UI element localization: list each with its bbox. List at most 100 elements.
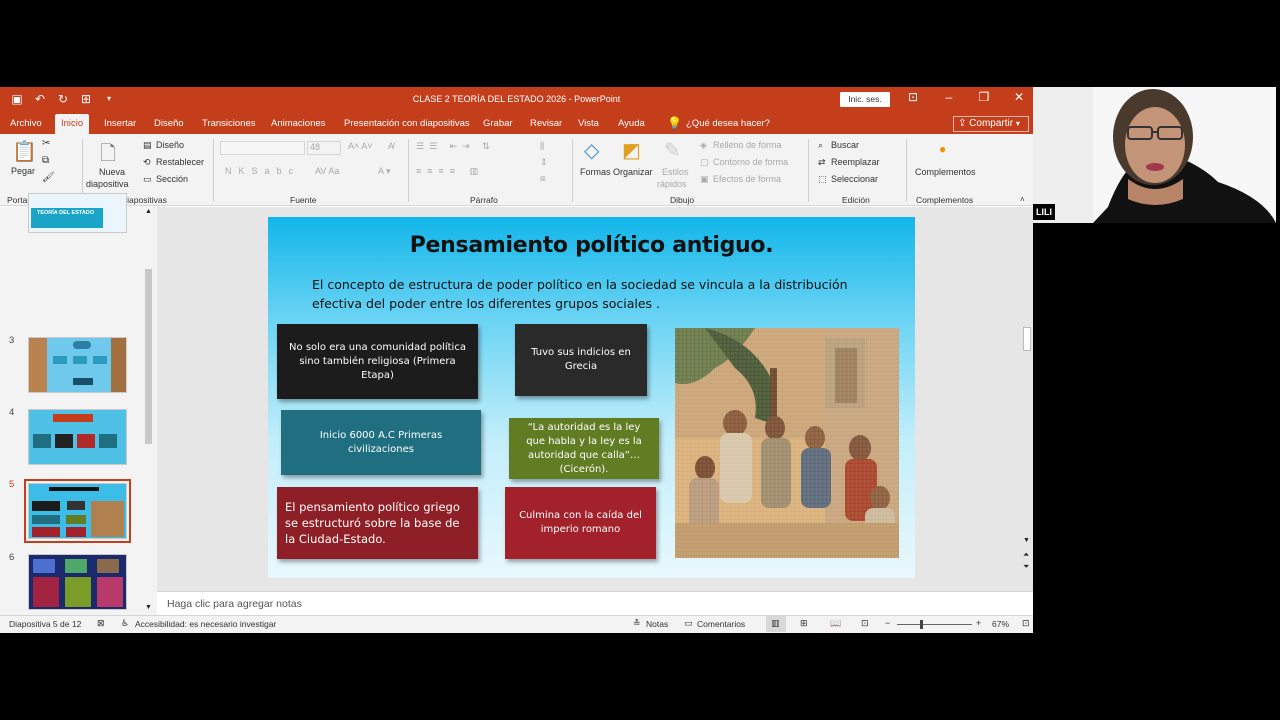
search-icon[interactable]: ⌕ xyxy=(818,140,823,151)
align-text-icon[interactable]: ⇕ xyxy=(540,157,548,168)
quick-styles-icon[interactable]: ✎ xyxy=(664,138,681,163)
slide-subtitle[interactable]: El concepto de estructura de poder polít… xyxy=(312,275,892,313)
paste-icon[interactable]: 📋 xyxy=(12,139,37,164)
zoom-slider[interactable] xyxy=(897,624,972,625)
addins-icon[interactable]: ● xyxy=(939,142,946,156)
tab-transiciones[interactable]: Transiciones xyxy=(202,118,256,129)
comments-icon[interactable]: ▭ xyxy=(684,618,693,629)
philosophers-mosaic-image[interactable] xyxy=(675,328,899,558)
reset-icon[interactable]: ⟲ xyxy=(143,157,151,168)
text-box-origin-6000bc[interactable]: Inicio 6000 A.C Primeras civilizaciones xyxy=(281,410,481,475)
slide-thumbnail-2[interactable]: TEORÍA DEL ESTADO xyxy=(28,193,127,233)
slide-thumbnail-5[interactable] xyxy=(24,479,131,543)
notes-button[interactable]: Notas xyxy=(646,619,668,629)
zoom-level[interactable]: 67% xyxy=(992,619,1009,629)
tab-vista[interactable]: Vista xyxy=(578,118,599,129)
accessibility-icon[interactable]: ♿ xyxy=(121,618,129,629)
replace-icon[interactable]: ⇄ xyxy=(818,157,826,168)
shapes-icon[interactable]: ◇ xyxy=(584,138,599,163)
addins-button[interactable]: Complementos xyxy=(915,167,976,177)
close-icon[interactable]: ✕ xyxy=(1006,90,1032,104)
font-style-buttons[interactable]: NKSabc xyxy=(225,166,300,176)
collapse-ribbon-icon[interactable]: ˄ xyxy=(1020,195,1025,204)
text-direction-icon[interactable]: ⫼ xyxy=(540,141,544,152)
tab-animaciones[interactable]: Animaciones xyxy=(271,118,325,129)
shape-fill-icon[interactable]: ◈ xyxy=(700,140,707,151)
cut-icon[interactable]: ✂ xyxy=(42,138,50,149)
new-slide-button-line2[interactable]: diapositiva xyxy=(86,179,129,189)
section-icon[interactable]: ▭ xyxy=(143,174,152,185)
tab-revisar[interactable]: Revisar xyxy=(530,118,562,129)
slide-thumbnail-4[interactable] xyxy=(28,409,127,465)
ribbon-display-options-icon[interactable]: ⊡ xyxy=(900,90,926,104)
layout-icon[interactable]: ▤ xyxy=(143,140,152,151)
smartart-icon[interactable]: ⧈ xyxy=(540,173,546,184)
scroll-down-icon[interactable]: ▼ xyxy=(1023,537,1030,544)
spell-check-icon[interactable]: ⊠ xyxy=(97,618,105,629)
shape-effects-icon[interactable]: ▣ xyxy=(700,174,709,185)
arrange-icon[interactable]: ◩ xyxy=(622,138,641,163)
slideshow-icon[interactable]: ⊡ xyxy=(861,618,869,629)
reading-view-icon[interactable]: 📖 xyxy=(830,618,841,629)
shapes-button[interactable]: Formas xyxy=(580,167,611,177)
tab-ayuda[interactable]: Ayuda xyxy=(618,118,645,129)
font-color-icon[interactable]: A ▾ xyxy=(378,166,391,177)
previous-slide-icon[interactable]: ⏶ xyxy=(1023,550,1029,560)
tell-me-search[interactable]: ¿Qué desea hacer? xyxy=(686,118,770,129)
text-box-greek-city-state[interactable]: El pensamiento político griego se estruc… xyxy=(277,487,478,559)
char-spacing-icon[interactable]: AV Aa xyxy=(315,166,339,176)
text-box-religious-community[interactable]: No solo era una comunidad política sino … xyxy=(277,324,478,399)
minimize-icon[interactable]: – xyxy=(936,90,962,104)
text-box-cicero-quote[interactable]: “La autoridad es la ley que habla y la l… xyxy=(509,418,659,479)
sign-in-button[interactable]: Inic. ses. xyxy=(840,92,890,107)
slide-sorter-icon[interactable]: ⊞ xyxy=(800,618,808,629)
zoom-in-icon[interactable]: + xyxy=(976,618,981,628)
zoom-out-icon[interactable]: − xyxy=(885,618,890,628)
shape-outline-icon[interactable]: ▢ xyxy=(700,157,709,168)
scrollbar-thumb[interactable] xyxy=(145,269,152,444)
list-buttons[interactable]: ☰☰ ⇤⇥ ⇅ xyxy=(416,141,495,152)
section-button[interactable]: Sección xyxy=(156,174,188,184)
slide-title[interactable]: Pensamiento político antiguo. xyxy=(268,233,915,258)
text-box-greece-origins[interactable]: Tuvo sus indicios en Grecia xyxy=(515,324,647,396)
comments-button[interactable]: Comentarios xyxy=(697,619,745,629)
current-slide[interactable]: Pensamiento político antiguo. El concept… xyxy=(268,217,915,578)
slide-thumbnail-3[interactable] xyxy=(28,337,127,393)
tab-presentacion[interactable]: Presentación con diapositivas xyxy=(344,118,470,129)
tab-insertar[interactable]: Insertar xyxy=(104,118,136,129)
paste-button[interactable]: Pegar xyxy=(11,166,35,176)
replace-button[interactable]: Reemplazar xyxy=(831,157,880,167)
tab-grabar[interactable]: Grabar xyxy=(483,118,513,129)
align-buttons[interactable]: ≡≡≡≡ ▥ xyxy=(416,166,484,177)
shape-fill-button[interactable]: Relleno de forma xyxy=(713,140,782,150)
tab-diseno[interactable]: Diseño xyxy=(154,118,184,129)
shape-outline-button[interactable]: Contorno de forma xyxy=(713,157,788,167)
font-name-box[interactable] xyxy=(220,141,305,155)
new-slide-button[interactable]: Nueva xyxy=(99,167,125,177)
share-button[interactable]: ⇪ Compartir ▾ xyxy=(953,116,1029,132)
scroll-up-icon[interactable]: ▲ xyxy=(145,208,152,215)
notes-placeholder[interactable]: Haga clic para agregar notas xyxy=(167,598,302,610)
next-slide-icon[interactable]: ⏷ xyxy=(1023,562,1029,572)
find-button[interactable]: Buscar xyxy=(831,140,859,150)
select-button[interactable]: Seleccionar xyxy=(831,174,878,184)
scrollbar-thumb[interactable] xyxy=(1023,327,1031,351)
scroll-down-icon[interactable]: ▼ xyxy=(145,604,152,611)
editor-scrollbar[interactable]: ▼ ⏶ ⏷ xyxy=(1021,207,1033,591)
notes-icon[interactable]: ≛ xyxy=(633,618,641,629)
fit-to-window-icon[interactable]: ⊡ xyxy=(1022,618,1030,629)
format-painter-icon[interactable]: 🖌 xyxy=(42,172,55,183)
font-size-box[interactable]: 48 xyxy=(307,141,341,155)
select-icon[interactable]: ⬚ xyxy=(818,174,827,185)
zoom-slider-thumb[interactable] xyxy=(920,620,923,629)
clear-format-icon[interactable]: A̸ xyxy=(388,141,394,151)
reset-button[interactable]: Restablecer xyxy=(156,157,204,167)
notes-pane[interactable]: Haga clic para agregar notas xyxy=(157,591,1033,615)
accessibility-status[interactable]: Accesibilidad: es necesario investigar xyxy=(135,619,276,629)
shape-effects-button[interactable]: Efectos de forma xyxy=(713,174,781,184)
restore-icon[interactable]: ❐ xyxy=(971,90,997,104)
copy-icon[interactable]: ⧉ xyxy=(42,155,49,166)
arrange-button[interactable]: Organizar xyxy=(613,167,653,177)
layout-button[interactable]: Diseño xyxy=(156,140,184,150)
increase-font-icon[interactable]: A˄ A˅ xyxy=(348,141,373,151)
